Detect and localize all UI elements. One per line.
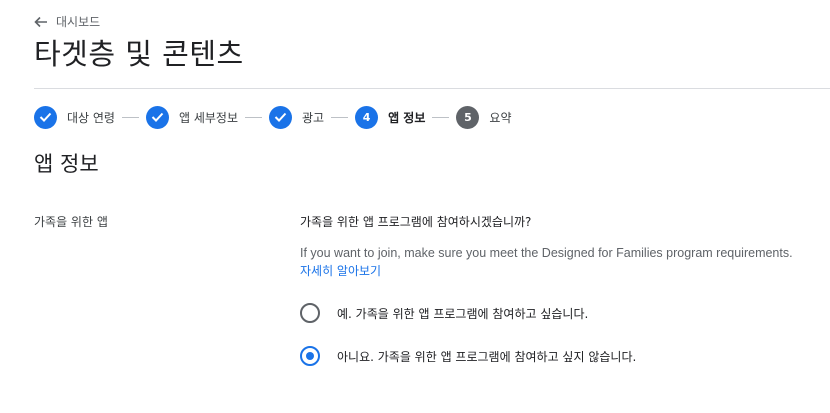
step-number: 4	[355, 105, 379, 129]
step-app-details[interactable]: 앱 세부정보	[145, 105, 238, 129]
step-separator	[245, 116, 262, 118]
step-target-age[interactable]: 대상 연령	[34, 105, 115, 129]
step-label: 앱 정보	[388, 110, 426, 125]
step-separator	[432, 116, 450, 118]
radio-dot	[306, 352, 314, 360]
step-label: 요약	[489, 110, 512, 125]
step-app-info[interactable]: 4 앱 정보	[355, 105, 426, 129]
learn-more-link[interactable]: 자세히 알아보기	[300, 262, 381, 279]
section-title: 앱 정보	[34, 152, 99, 176]
step-separator	[121, 116, 139, 118]
page-title: 타겟층 및 콘텐츠	[34, 37, 244, 71]
stepper: 대상 연령 앱 세부정보 광고 4 앱 정보 5 요약	[34, 105, 512, 129]
header-divider	[34, 88, 830, 89]
back-to-dashboard-link[interactable]: 대시보드	[34, 13, 100, 30]
help-text: If you want to join, make sure you meet …	[300, 246, 793, 260]
arrow-left-icon	[34, 16, 48, 28]
question-text: 가족을 위한 앱 프로그램에 참여하시겠습니까?	[300, 215, 532, 229]
step-label: 앱 세부정보	[178, 110, 238, 125]
field-label: 가족을 위한 앱	[34, 215, 108, 229]
step-label: 대상 연령	[67, 110, 115, 125]
radio-label: 예. 가족을 위한 앱 프로그램에 참여하고 싶습니다.	[337, 306, 589, 321]
step-ads[interactable]: 광고	[269, 105, 325, 129]
back-link-label: 대시보드	[56, 15, 101, 29]
check-icon	[145, 105, 169, 129]
radio-option-yes[interactable]: 예. 가족을 위한 앱 프로그램에 참여하고 싶습니다.	[300, 303, 588, 323]
step-summary[interactable]: 5 요약	[456, 105, 512, 129]
radio-label: 아니요. 가족을 위한 앱 프로그램에 참여하고 싶지 않습니다.	[337, 349, 637, 364]
radio-button-checked[interactable]	[300, 346, 320, 366]
radio-option-no[interactable]: 아니요. 가족을 위한 앱 프로그램에 참여하고 싶지 않습니다.	[300, 346, 636, 366]
radio-button-unchecked[interactable]	[300, 303, 320, 323]
step-label: 광고	[302, 110, 325, 125]
check-icon	[34, 105, 57, 129]
step-number: 5	[456, 105, 480, 129]
step-separator	[331, 116, 349, 118]
check-icon	[269, 105, 292, 129]
